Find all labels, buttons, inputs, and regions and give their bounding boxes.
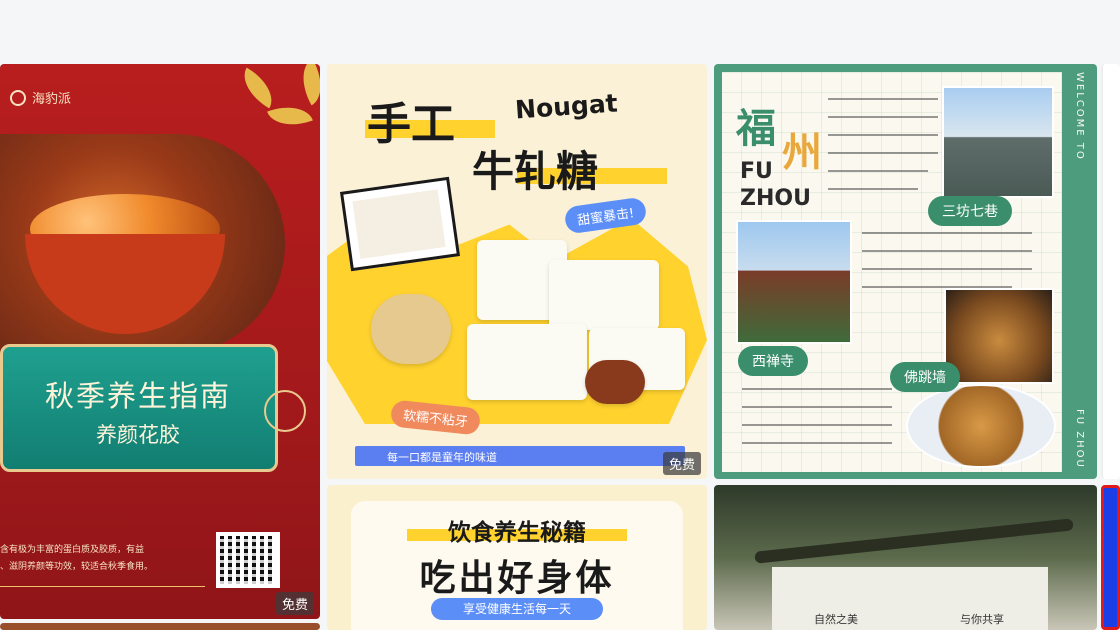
chinese-knot-icon	[264, 390, 306, 432]
handwriting-line	[862, 268, 1032, 270]
title-en: FU ZHOU	[740, 158, 811, 212]
handwriting-line	[862, 232, 1032, 234]
handwriting-line	[828, 134, 938, 136]
cloth-text-right: 与你共享	[960, 613, 1004, 626]
description-line: 、滋阴养颜等功效，较适合秋季食用。	[0, 562, 154, 572]
brand-logo: 海豹派	[10, 88, 71, 107]
qr-code-icon	[216, 532, 280, 588]
card-title-1: 饮食养生秘籍	[448, 520, 586, 546]
title-en-line: ZHOU	[740, 186, 811, 211]
template-card-partial[interactable]	[0, 623, 320, 630]
template-card-partial[interactable]	[1101, 64, 1120, 479]
title-banner: 秋季养生指南 养颜花胶	[0, 344, 278, 472]
template-card-nougat[interactable]: 手工 Nougat 牛轧糖 甜蜜暴击! 软糯不粘牙 每一口都是童年的味道 免费	[327, 64, 707, 479]
footer-bar: 每一口都是童年的味道	[355, 446, 685, 466]
peanut-image	[371, 294, 451, 364]
handwriting-line	[828, 98, 938, 100]
tag-xichan: 西禅寺	[738, 346, 808, 376]
template-card-diet-secrets[interactable]: 饮食养生秘籍 吃出好身体 享受健康生活每一天	[327, 485, 707, 630]
handwriting-line	[828, 188, 918, 190]
card-title-en: Nougat	[514, 88, 619, 125]
grid-paper: 福 州 FU ZHOU 三坊七巷 西禅寺 佛跳墙	[722, 72, 1062, 472]
dish-photo	[906, 384, 1056, 468]
handwriting-line	[742, 406, 892, 408]
ginkgo-leaf-icon	[267, 97, 313, 135]
free-badge: 免费	[662, 452, 701, 475]
bowl-image	[25, 234, 225, 334]
card-title-1: 手工	[367, 99, 455, 150]
welcome-text: WELCOME TO	[1074, 72, 1085, 161]
nougat-block	[467, 324, 587, 400]
template-card-autumn-guide[interactable]: 海豹派 秋季养生指南 养颜花胶 含有极为丰富的蛋白质及胶质，有益 、滋阴养颜等功…	[0, 64, 320, 619]
handwriting-line	[742, 388, 892, 390]
handwriting-line	[862, 250, 1032, 252]
tag-fotiaoqiang: 佛跳墙	[890, 362, 960, 392]
title-fu: 福	[736, 105, 776, 152]
ginkgo-leaf-icon	[291, 64, 320, 106]
handwriting-line	[742, 442, 892, 444]
handwriting-line	[742, 424, 892, 426]
top-bar	[0, 0, 1120, 64]
template-card-partial[interactable]	[1101, 485, 1120, 630]
card-subtitle: 养颜花胶	[96, 423, 180, 447]
card-title-2: 牛轧糖	[472, 147, 599, 196]
title-en-line: FU	[740, 159, 773, 184]
cloth-text-left: 自然之美	[814, 613, 858, 626]
description-line: 含有极为丰富的蛋白质及胶质，有益	[0, 545, 145, 555]
soup-photo	[944, 288, 1054, 384]
ginkgo-leaf-icon	[234, 67, 282, 109]
old-street-photo	[942, 86, 1054, 198]
card-title-2: 吃出好身体	[419, 558, 615, 599]
divider	[0, 586, 205, 587]
card-description: 含有极为丰富的蛋白质及胶质，有益 、滋阴养颜等功效，较适合秋季食用。	[0, 542, 205, 576]
free-badge: 免费	[275, 592, 314, 615]
handwriting-line	[828, 170, 928, 172]
card-pill: 享受健康生活每一天	[431, 598, 603, 620]
fuzhou-side-text: FU ZHOU	[1074, 409, 1085, 469]
fish-maw-photo	[0, 134, 285, 354]
tree-branch	[754, 518, 1074, 564]
brand-name: 海豹派	[32, 92, 72, 107]
template-card-nature-cloth[interactable]: 自然之美 与你共享	[714, 485, 1097, 630]
footer-text: 每一口都是童年的味道	[387, 451, 497, 464]
hazelnut-image	[585, 360, 645, 404]
tag-sanfang: 三坊七巷	[928, 196, 1012, 226]
brand-icon	[10, 89, 26, 106]
nougat-block	[549, 260, 659, 330]
template-card-fuzhou[interactable]: 福 州 FU ZHOU 三坊七巷 西禅寺 佛跳墙 WELCOME TO FU Z…	[714, 64, 1097, 479]
pagoda-photo	[736, 220, 852, 344]
handwriting-line	[828, 152, 938, 154]
handwriting-line	[828, 116, 938, 118]
card-title: 秋季养生指南	[44, 379, 231, 413]
nougat-polaroid	[339, 176, 461, 272]
